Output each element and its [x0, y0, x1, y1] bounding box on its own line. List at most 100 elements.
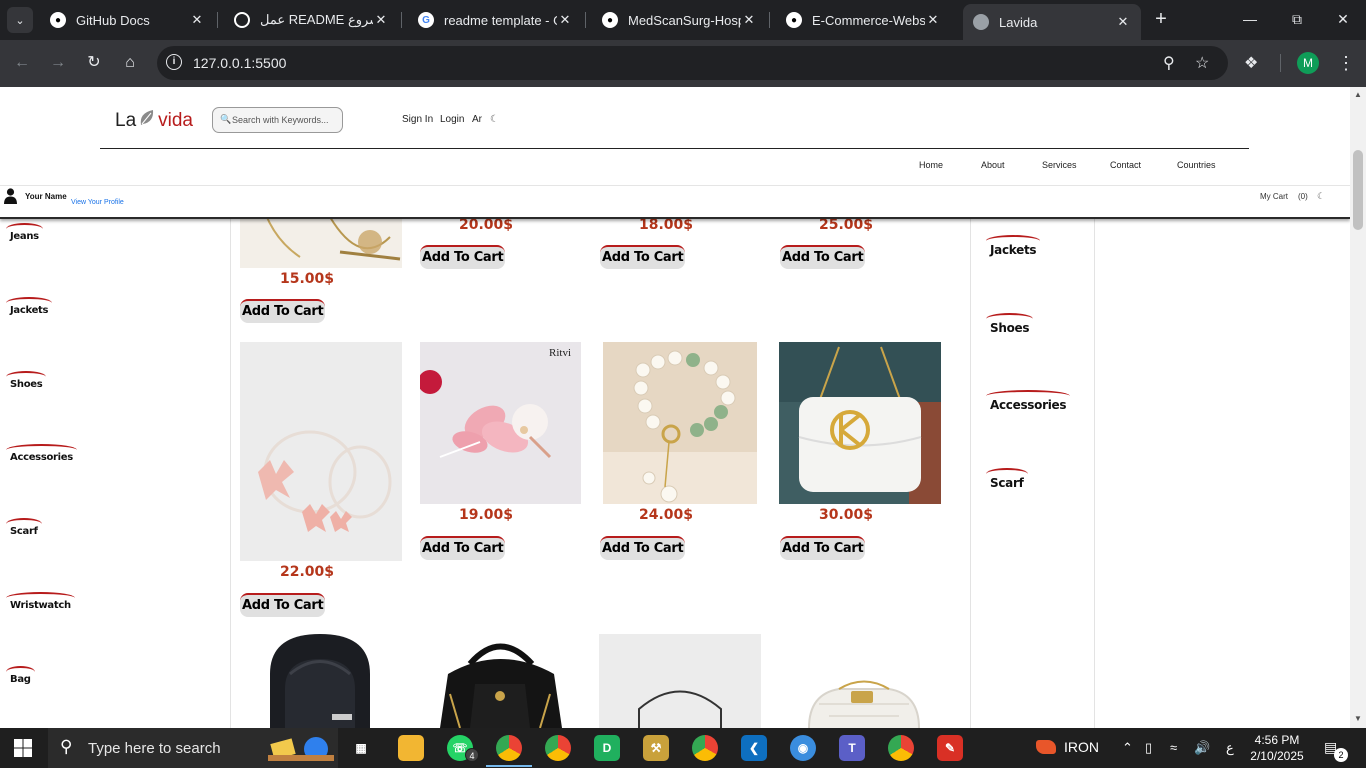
sidebar-right-jackets[interactable]: Jackets [985, 235, 1041, 257]
windows-start-icon[interactable] [14, 739, 32, 757]
task-view-icon[interactable]: ▦ [348, 735, 374, 761]
webcam-icon[interactable]: ◉ [790, 735, 816, 761]
volume-icon[interactable]: 🔊 [1194, 740, 1210, 756]
sidebar-left-jeans[interactable]: Jeans [6, 223, 43, 242]
add-to-cart-button[interactable]: Add To Cart [420, 245, 506, 269]
moon-icon[interactable]: ☾ [1317, 191, 1325, 202]
dbeaver-icon[interactable]: D [594, 735, 620, 761]
sidebar-left-scarf[interactable]: Scarf [6, 518, 42, 537]
add-to-cart-button[interactable]: Add To Cart [780, 536, 866, 560]
product-image[interactable] [240, 634, 402, 728]
close-icon[interactable]: ✕ [373, 12, 389, 28]
tab-title: GitHub Docs [76, 12, 150, 28]
product-image[interactable] [420, 634, 581, 728]
add-to-cart-button[interactable]: Add To Cart [240, 299, 326, 323]
search-input[interactable] [232, 113, 338, 127]
sidebar-left-shoes[interactable]: Shoes [5, 371, 47, 390]
pdf-reader-icon[interactable]: ✎ [937, 735, 963, 761]
windows-taskbar: ⚲ Type here to search ▦ ☏ 4 D ⚒ ❮ ◉ T ✎ … [0, 728, 1366, 768]
taskbar-clock[interactable]: 4:56 PM 2/10/2025 [1247, 732, 1307, 764]
close-icon[interactable]: ✕ [557, 12, 573, 28]
close-window-button[interactable]: ✕ [1332, 8, 1354, 30]
product-image[interactable] [599, 634, 761, 728]
tab-ecommerce[interactable]: ● E-Commerce-Website ✕ [776, 4, 951, 36]
profile-avatar[interactable]: M [1297, 52, 1319, 74]
vscode-icon[interactable]: ❮ [741, 735, 767, 761]
url-text[interactable]: 127.0.0.1:5500 [193, 55, 286, 71]
tab-readme-arabic[interactable]: عمل README لمشروع ✕ [224, 4, 399, 36]
wifi-icon[interactable]: ≈ [1170, 740, 1177, 755]
user-avatar-icon[interactable] [4, 188, 17, 204]
tab-readme-template[interactable]: G readme template - Gc ✕ [408, 4, 583, 36]
my-cart-link[interactable]: My Cart [1260, 192, 1288, 201]
nav-contact[interactable]: Contact [1110, 160, 1141, 170]
minimize-button[interactable]: — [1239, 8, 1261, 30]
sidebar-left-accessories[interactable]: Accessories [6, 444, 77, 463]
close-icon[interactable]: ✕ [925, 12, 941, 28]
new-tab-button[interactable]: + [1150, 8, 1172, 30]
product-image[interactable] [240, 342, 402, 561]
back-button[interactable]: ← [11, 52, 33, 74]
sidebar-left-jackets[interactable]: Jackets [5, 297, 53, 316]
reload-button[interactable]: ↻ [83, 52, 105, 74]
product-price: 30.00$ [819, 507, 874, 523]
file-explorer-icon[interactable] [398, 735, 424, 761]
close-icon[interactable]: ✕ [1115, 14, 1131, 30]
site-logo[interactable]: La vida [115, 109, 193, 133]
teams-icon[interactable]: T [839, 735, 865, 761]
zoom-icon[interactable]: ⚲ [1163, 53, 1175, 73]
iron-tray-app[interactable]: IRON [1036, 739, 1099, 755]
login-link[interactable]: Login [440, 114, 464, 125]
tools-icon[interactable]: ⚒ [643, 735, 669, 761]
close-icon[interactable]: ✕ [189, 12, 205, 28]
nav-countries[interactable]: Countries [1177, 160, 1216, 170]
add-to-cart-button[interactable]: Add To Cart [780, 245, 866, 269]
address-bar[interactable]: i 127.0.0.1:5500 ⚲ ☆ [157, 46, 1228, 80]
scroll-up-icon[interactable]: ▲ [1354, 90, 1362, 99]
extensions-puzzle-icon[interactable]: ❖ [1244, 53, 1258, 73]
battery-icon[interactable]: ▯ [1145, 740, 1152, 756]
add-to-cart-button[interactable]: Add To Cart [420, 536, 506, 560]
scrollbar-thumb[interactable] [1353, 150, 1363, 230]
tab-github-docs[interactable]: ● GitHub Docs ✕ [40, 4, 215, 36]
sign-in-link[interactable]: Sign In [402, 114, 433, 125]
sidebar-right-accessories[interactable]: Accessories [985, 390, 1071, 412]
add-to-cart-button[interactable]: Add To Cart [600, 245, 686, 269]
tab-medscansurg[interactable]: ● MedScanSurg-Hospit ✕ [592, 4, 767, 36]
sidebar-right-scarf[interactable]: Scarf [986, 468, 1027, 490]
product-image[interactable] [779, 634, 941, 728]
sidebar-left-bag[interactable]: Bag [6, 666, 35, 685]
nav-services[interactable]: Services [1042, 160, 1077, 170]
search-highlight-illustration[interactable] [268, 735, 334, 761]
forward-button[interactable]: → [47, 52, 69, 74]
chrome-icon[interactable] [545, 735, 571, 761]
close-icon[interactable]: ✕ [741, 12, 757, 28]
product-image[interactable]: Ritvi [420, 342, 581, 504]
scroll-down-icon[interactable]: ▼ [1354, 714, 1362, 723]
sidebar-left-wristwatch[interactable]: Wristwatch [6, 592, 75, 611]
add-to-cart-button[interactable]: Add To Cart [600, 536, 686, 560]
view-profile-link[interactable]: View Your Profile [71, 199, 124, 206]
product-image[interactable] [779, 342, 941, 504]
tab-search-button[interactable]: ⌄ [7, 7, 33, 33]
add-to-cart-button[interactable]: Add To Cart [240, 593, 326, 617]
restore-button[interactable]: ⧉ [1286, 8, 1308, 30]
chevron-up-icon[interactable]: ⌃ [1122, 740, 1133, 756]
product-image[interactable] [603, 342, 757, 504]
menu-kebab-icon[interactable]: ⋮ [1337, 52, 1355, 74]
bookmark-star-icon[interactable]: ☆ [1195, 53, 1209, 73]
home-button[interactable]: ⌂ [119, 52, 141, 74]
site-info-icon[interactable]: i [166, 54, 182, 70]
tab-lavida[interactable]: Lavida ✕ [963, 4, 1141, 40]
input-language[interactable]: ع [1226, 740, 1234, 756]
nav-home[interactable]: Home [919, 160, 943, 170]
chrome-icon[interactable] [888, 735, 914, 761]
language-toggle[interactable]: Ar [472, 114, 482, 125]
chrome-icon[interactable] [692, 735, 718, 761]
moon-icon[interactable]: ☾ [490, 114, 499, 125]
sidebar-right-shoes[interactable]: Shoes [985, 313, 1034, 335]
page-scrollbar[interactable]: ▲ ▼ [1350, 87, 1366, 728]
chrome-icon[interactable] [496, 735, 522, 761]
site-search-box[interactable]: 🔍 [212, 107, 343, 133]
nav-about[interactable]: About [981, 160, 1005, 170]
